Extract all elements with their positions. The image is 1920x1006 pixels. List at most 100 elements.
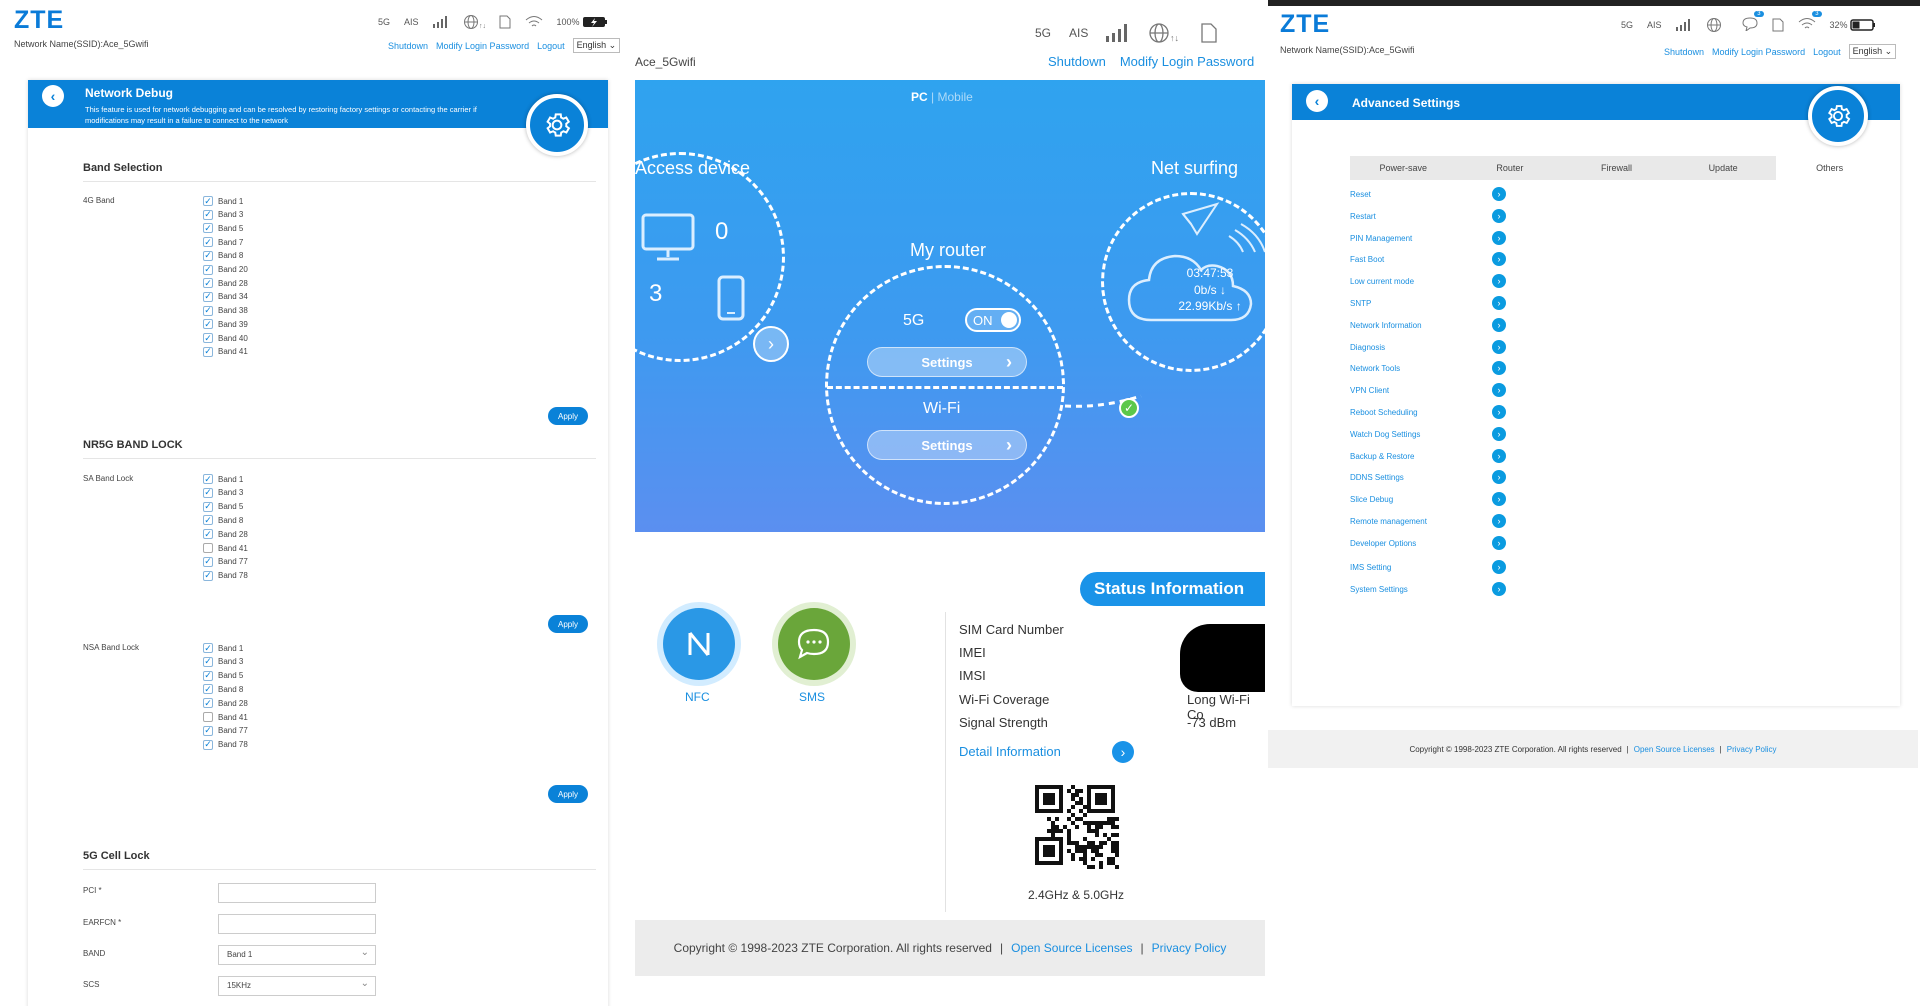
tab-others[interactable]: Others [1776, 156, 1883, 180]
open-source-link[interactable]: Open Source Licenses [1634, 745, 1715, 754]
settings-item-link[interactable]: Low current mode [1350, 277, 1414, 286]
checkbox-checked[interactable]: ✓ [203, 196, 213, 206]
settings-item-link[interactable]: Network Tools [1350, 364, 1400, 373]
5g-toggle[interactable]: ON [965, 308, 1021, 332]
access-device-expand-button[interactable]: › [753, 326, 789, 362]
chevron-right-icon[interactable]: › [1492, 383, 1506, 398]
checkbox-checked[interactable]: ✓ [203, 474, 213, 484]
band-checkbox-row[interactable]: ✓ Band 8 [203, 684, 243, 695]
logout-link[interactable]: Logout [1813, 47, 1841, 57]
checkbox-checked[interactable]: ✓ [203, 698, 213, 709]
band-checkbox-row[interactable]: ✓ Band 5 [203, 223, 243, 234]
band-select[interactable]: Band 1 [218, 945, 376, 965]
tab-power-save[interactable]: Power-save [1350, 156, 1457, 180]
band-checkbox-row[interactable]: ✓ Band 5 [203, 670, 243, 681]
settings-item-link[interactable]: Reset [1350, 190, 1371, 199]
settings-item-link[interactable]: SNTP [1350, 299, 1371, 308]
settings-item-link[interactable]: Network Information [1350, 321, 1422, 330]
checkbox-checked[interactable]: ✓ [203, 670, 213, 681]
settings-item-link[interactable]: Remote management [1350, 517, 1427, 526]
checkbox-checked[interactable]: ✓ [203, 529, 213, 540]
settings-item-link[interactable]: Reboot Scheduling [1350, 408, 1418, 417]
chevron-right-icon[interactable]: › [1492, 560, 1506, 575]
band-checkbox-row[interactable]: ✓ Band 77 [203, 725, 248, 736]
modify-password-link[interactable]: Modify Login Password [1120, 54, 1254, 69]
band-checkbox-row[interactable]: ✓ Band 3 [203, 656, 243, 667]
band-checkbox-row[interactable]: ✓ Band 20 [203, 264, 248, 275]
chevron-right-icon[interactable]: › [1492, 339, 1506, 354]
checkbox-checked[interactable]: ✓ [203, 570, 213, 581]
checkbox-checked[interactable]: ✓ [203, 291, 213, 302]
apply-4g-button[interactable]: Apply [548, 407, 588, 425]
back-button[interactable]: ‹ [42, 85, 64, 107]
checkbox-checked[interactable]: ✓ [203, 739, 213, 750]
checkbox-unchecked[interactable] [203, 543, 213, 553]
band-checkbox-row[interactable]: Band 41 [203, 543, 248, 553]
checkbox-checked[interactable]: ✓ [203, 305, 213, 316]
chevron-right-icon[interactable]: › [1492, 230, 1506, 245]
settings-item-link[interactable]: VPN Client [1350, 386, 1389, 395]
pc-view-link[interactable]: PC [911, 90, 928, 104]
back-button[interactable]: ‹ [1306, 90, 1328, 112]
chevron-right-icon[interactable]: › [1492, 448, 1506, 463]
chevron-right-icon[interactable]: › [1492, 252, 1506, 267]
chevron-right-icon[interactable]: › [1492, 296, 1506, 310]
scs-select[interactable]: 15KHz [218, 976, 376, 996]
language-select[interactable]: English ⌄ [1848, 44, 1897, 59]
band-checkbox-row[interactable]: ✓ Band 3 [203, 209, 243, 220]
5g-settings-button[interactable]: Settings › [867, 347, 1027, 377]
chevron-right-icon[interactable]: › [1492, 470, 1506, 485]
chevron-right-icon[interactable]: › [1492, 514, 1506, 528]
checkbox-checked[interactable]: ✓ [203, 223, 213, 234]
sms-button[interactable] [778, 608, 850, 680]
checkbox-checked[interactable]: ✓ [203, 515, 213, 526]
detail-information-button[interactable]: › [1112, 741, 1134, 763]
checkbox-checked[interactable]: ✓ [203, 684, 213, 695]
chevron-right-icon[interactable]: › [1492, 405, 1506, 419]
checkbox-checked[interactable]: ✓ [203, 487, 213, 498]
earfcn-input[interactable] [218, 914, 376, 934]
band-checkbox-row[interactable]: ✓ Band 5 [203, 501, 243, 512]
chevron-right-icon[interactable]: › [1492, 426, 1506, 441]
pci-input[interactable] [218, 883, 376, 903]
chevron-right-icon[interactable]: › [1492, 492, 1506, 507]
settings-item-link[interactable]: DDNS Settings [1350, 473, 1404, 482]
tab-firewall[interactable]: Firewall [1563, 156, 1670, 180]
open-source-link[interactable]: Open Source Licenses [1011, 941, 1132, 955]
checkbox-checked[interactable]: ✓ [203, 656, 213, 667]
privacy-policy-link[interactable]: Privacy Policy [1152, 941, 1227, 955]
checkbox-checked[interactable]: ✓ [203, 250, 213, 261]
chevron-right-icon[interactable]: › [1492, 581, 1506, 596]
band-checkbox-row[interactable]: ✓ Band 28 [203, 278, 248, 289]
checkbox-checked[interactable]: ✓ [203, 278, 213, 289]
checkbox-checked[interactable]: ✓ [203, 725, 213, 736]
band-checkbox-row[interactable]: ✓ Band 28 [203, 698, 248, 709]
settings-item-link[interactable]: System Settings [1350, 585, 1408, 594]
shutdown-link[interactable]: Shutdown [388, 41, 428, 51]
wifi-settings-button[interactable]: Settings › [867, 430, 1027, 460]
tab-update[interactable]: Update [1670, 156, 1777, 180]
band-checkbox-row[interactable]: ✓ Band 1 [203, 196, 243, 206]
band-checkbox-row[interactable]: ✓ Band 40 [203, 333, 248, 343]
settings-item-link[interactable]: Watch Dog Settings [1350, 430, 1420, 439]
settings-item-link[interactable]: Fast Boot [1350, 255, 1384, 264]
mobile-view-link[interactable]: Mobile [937, 90, 972, 104]
language-select[interactable]: English ⌄ [572, 38, 621, 53]
band-checkbox-row[interactable]: ✓ Band 77 [203, 556, 248, 567]
band-checkbox-row[interactable]: ✓ Band 3 [203, 487, 243, 498]
checkbox-checked[interactable]: ✓ [203, 319, 213, 330]
privacy-policy-link[interactable]: Privacy Policy [1727, 745, 1777, 754]
detail-information-link[interactable]: Detail Information [959, 744, 1061, 759]
checkbox-checked[interactable]: ✓ [203, 209, 213, 220]
checkbox-checked[interactable]: ✓ [203, 643, 213, 653]
modify-password-link[interactable]: Modify Login Password [436, 41, 529, 51]
modify-password-link[interactable]: Modify Login Password [1712, 47, 1805, 57]
settings-item-link[interactable]: IMS Setting [1350, 563, 1391, 572]
band-checkbox-row[interactable]: ✓ Band 8 [203, 250, 243, 261]
band-checkbox-row[interactable]: ✓ Band 78 [203, 570, 248, 581]
checkbox-checked[interactable]: ✓ [203, 333, 213, 343]
chevron-right-icon[interactable]: › [1492, 317, 1506, 332]
settings-item-link[interactable]: Slice Debug [1350, 495, 1393, 504]
shutdown-link[interactable]: Shutdown [1664, 47, 1704, 57]
tab-router[interactable]: Router [1457, 156, 1564, 180]
